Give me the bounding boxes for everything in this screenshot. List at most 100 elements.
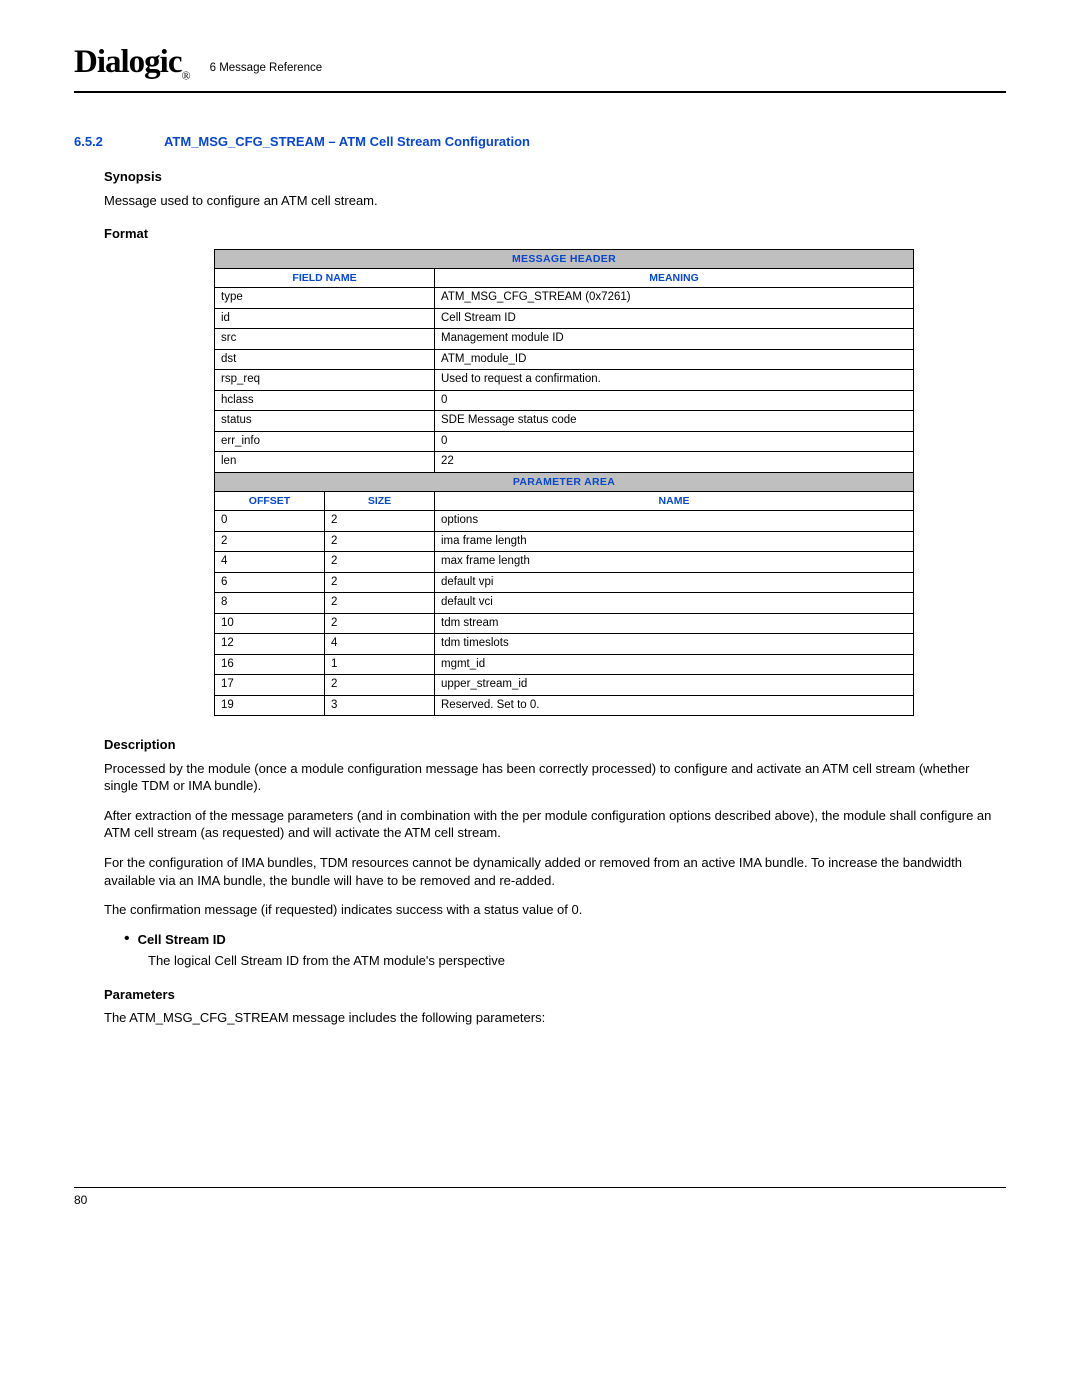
parameter-area-label: PARAMETER AREA: [215, 472, 914, 491]
field-name-cell: rsp_req: [215, 370, 435, 391]
size-header: SIZE: [325, 491, 435, 510]
table-row: 161mgmt_id: [215, 654, 914, 675]
bullet-item: • Cell Stream ID: [124, 931, 1006, 949]
size-cell: 2: [325, 572, 435, 593]
table-row: 02options: [215, 511, 914, 532]
field-name-cell: type: [215, 288, 435, 309]
header-rule: [74, 91, 1006, 93]
table-row: 42max frame length: [215, 552, 914, 573]
offset-cell: 2: [215, 531, 325, 552]
format-heading: Format: [104, 225, 1006, 243]
size-cell: 2: [325, 613, 435, 634]
field-name-header: FIELD NAME: [215, 268, 435, 287]
table-row: idCell Stream ID: [215, 308, 914, 329]
field-name-cell: err_info: [215, 431, 435, 452]
field-name-cell: len: [215, 452, 435, 473]
field-name-cell: src: [215, 329, 435, 350]
meaning-cell: 0: [435, 431, 914, 452]
size-cell: 2: [325, 511, 435, 532]
offset-cell: 0: [215, 511, 325, 532]
offset-cell: 6: [215, 572, 325, 593]
name-cell: default vci: [435, 593, 914, 614]
offset-cell: 4: [215, 552, 325, 573]
field-name-cell: dst: [215, 349, 435, 370]
bullet-text: The logical Cell Stream ID from the ATM …: [148, 952, 1006, 970]
name-cell: default vpi: [435, 572, 914, 593]
table-row: 124tdm timeslots: [215, 634, 914, 655]
size-cell: 2: [325, 531, 435, 552]
parameters-heading: Parameters: [104, 986, 1006, 1004]
name-cell: tdm timeslots: [435, 634, 914, 655]
name-cell: upper_stream_id: [435, 675, 914, 696]
name-cell: max frame length: [435, 552, 914, 573]
synopsis-text: Message used to configure an ATM cell st…: [104, 192, 1006, 210]
name-cell: tdm stream: [435, 613, 914, 634]
table-row: dstATM_module_ID: [215, 349, 914, 370]
meaning-cell: 22: [435, 452, 914, 473]
meaning-header: MEANING: [435, 268, 914, 287]
table-row: 172upper_stream_id: [215, 675, 914, 696]
table-row: hclass0: [215, 390, 914, 411]
table-row: len22: [215, 452, 914, 473]
description-p4: The confirmation message (if requested) …: [104, 901, 1006, 919]
field-name-cell: id: [215, 308, 435, 329]
description-p2: After extraction of the message paramete…: [104, 807, 1006, 842]
field-name-cell: status: [215, 411, 435, 432]
description-heading: Description: [104, 736, 1006, 754]
offset-cell: 8: [215, 593, 325, 614]
table-row: 102tdm stream: [215, 613, 914, 634]
header-breadcrumb: 6 Message Reference: [210, 61, 323, 85]
offset-header: OFFSET: [215, 491, 325, 510]
field-name-cell: hclass: [215, 390, 435, 411]
section-heading: 6.5.2ATM_MSG_CFG_STREAM – ATM Cell Strea…: [74, 133, 1006, 151]
table-row: 22ima frame length: [215, 531, 914, 552]
table-row: 62default vpi: [215, 572, 914, 593]
name-cell: ima frame length: [435, 531, 914, 552]
table-row: err_info0: [215, 431, 914, 452]
meaning-cell: SDE Message status code: [435, 411, 914, 432]
size-cell: 4: [325, 634, 435, 655]
table-row: rsp_reqUsed to request a confirmation.: [215, 370, 914, 391]
size-cell: 2: [325, 552, 435, 573]
meaning-cell: 0: [435, 390, 914, 411]
name-cell: Reserved. Set to 0.: [435, 695, 914, 716]
description-p3: For the configuration of IMA bundles, TD…: [104, 854, 1006, 889]
synopsis-heading: Synopsis: [104, 168, 1006, 186]
offset-cell: 10: [215, 613, 325, 634]
page-header: Dialogic® 6 Message Reference: [74, 40, 1006, 85]
offset-cell: 17: [215, 675, 325, 696]
description-p1: Processed by the module (once a module c…: [104, 760, 1006, 795]
logo-text: Dialogic: [74, 44, 181, 80]
size-cell: 2: [325, 593, 435, 614]
table-row: typeATM_MSG_CFG_STREAM (0x7261): [215, 288, 914, 309]
table-row: 82default vci: [215, 593, 914, 614]
message-header-label: MESSAGE HEADER: [215, 249, 914, 268]
section-title: ATM_MSG_CFG_STREAM – ATM Cell Stream Con…: [164, 134, 530, 149]
offset-cell: 12: [215, 634, 325, 655]
meaning-cell: Used to request a confirmation.: [435, 370, 914, 391]
format-table-wrap: MESSAGE HEADER FIELD NAME MEANING typeAT…: [214, 249, 1006, 716]
size-cell: 2: [325, 675, 435, 696]
offset-cell: 19: [215, 695, 325, 716]
footer-rule: [74, 1187, 1006, 1188]
parameters-text: The ATM_MSG_CFG_STREAM message includes …: [104, 1009, 1006, 1027]
table-row: srcManagement module ID: [215, 329, 914, 350]
size-cell: 3: [325, 695, 435, 716]
name-cell: options: [435, 511, 914, 532]
name-cell: mgmt_id: [435, 654, 914, 675]
registered-mark: ®: [181, 69, 189, 83]
size-cell: 1: [325, 654, 435, 675]
meaning-cell: Cell Stream ID: [435, 308, 914, 329]
page-number: 80: [74, 1192, 1006, 1208]
section-number: 6.5.2: [74, 133, 164, 151]
bullet-icon: •: [124, 931, 130, 949]
bullet-label: Cell Stream ID: [138, 931, 226, 949]
table-row: 193Reserved. Set to 0.: [215, 695, 914, 716]
name-header: NAME: [435, 491, 914, 510]
table-row: statusSDE Message status code: [215, 411, 914, 432]
meaning-cell: ATM_MSG_CFG_STREAM (0x7261): [435, 288, 914, 309]
format-table: MESSAGE HEADER FIELD NAME MEANING typeAT…: [214, 249, 914, 716]
meaning-cell: Management module ID: [435, 329, 914, 350]
offset-cell: 16: [215, 654, 325, 675]
meaning-cell: ATM_module_ID: [435, 349, 914, 370]
